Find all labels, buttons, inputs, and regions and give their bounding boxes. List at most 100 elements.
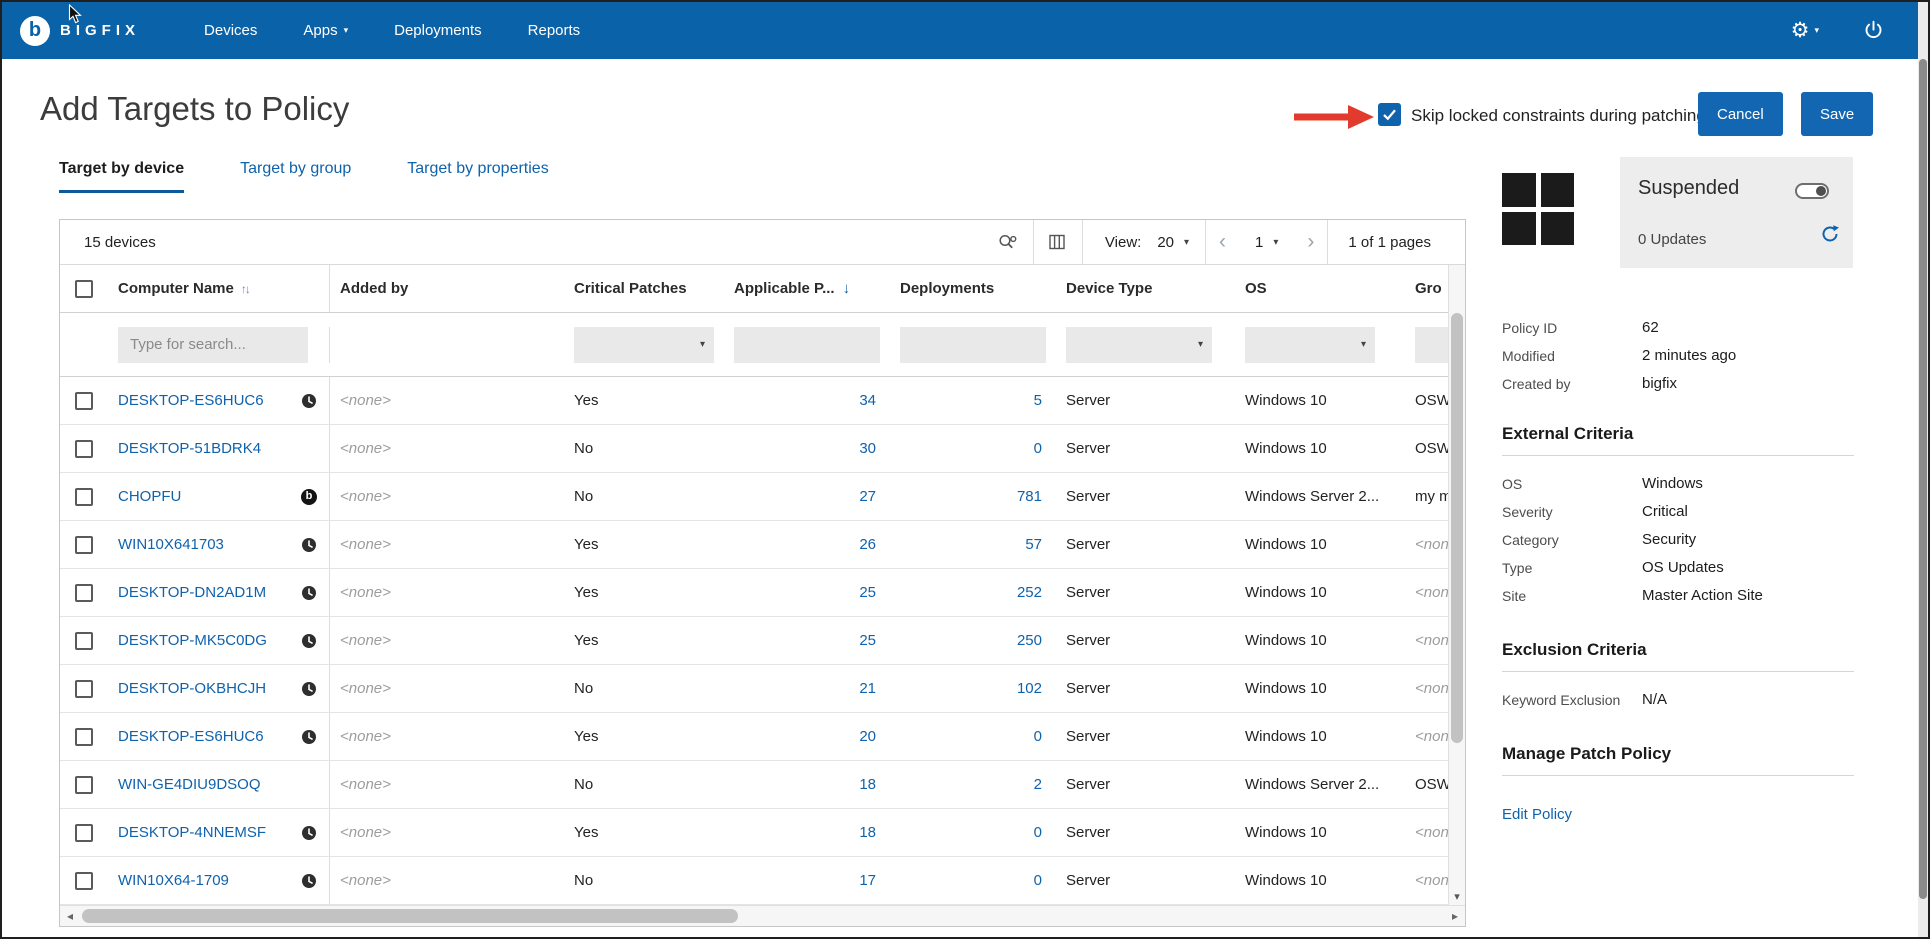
computer-name-link[interactable]: CHOPFU (118, 488, 181, 505)
horizontal-scroll-thumb[interactable] (82, 909, 738, 923)
column-applicable-patches[interactable]: Applicable P... (734, 280, 835, 297)
row-checkbox[interactable] (75, 488, 93, 506)
deployments-link[interactable]: 5 (1034, 392, 1042, 409)
deployments-link[interactable]: 0 (1034, 824, 1042, 841)
row-checkbox[interactable] (75, 584, 93, 602)
row-checkbox[interactable] (75, 680, 93, 698)
search-settings-icon[interactable] (982, 220, 1033, 264)
table-horizontal-scrollbar[interactable]: ◂ ▸ (60, 905, 1465, 926)
applicable-patches-filter[interactable] (734, 327, 880, 363)
device-type-filter[interactable]: ▾ (1066, 327, 1212, 363)
row-checkbox[interactable] (75, 824, 93, 842)
clock-icon (301, 585, 317, 601)
cancel-button[interactable]: Cancel (1698, 92, 1783, 136)
suspend-toggle[interactable] (1795, 183, 1829, 199)
next-page-button[interactable]: › (1294, 220, 1327, 264)
row-checkbox[interactable] (75, 440, 93, 458)
tab-target-by-properties[interactable]: Target by properties (407, 160, 548, 193)
device-type-cell: Server (1056, 569, 1235, 616)
column-device-type[interactable]: Device Type (1056, 265, 1235, 312)
row-checkbox[interactable] (75, 776, 93, 794)
tab-target-by-group[interactable]: Target by group (240, 160, 351, 193)
table-header: Computer Name ↑↓ Added by Critical Patch… (60, 265, 1466, 313)
device-table-card: 15 devices (59, 219, 1466, 927)
page-vertical-scrollbar[interactable] (1918, 2, 1928, 937)
scroll-down-arrow[interactable]: ▾ (1449, 890, 1465, 903)
column-deployments[interactable]: Deployments (890, 265, 1056, 312)
column-critical-patches[interactable]: Critical Patches (564, 265, 724, 312)
os-filter[interactable]: ▾ (1245, 327, 1375, 363)
page-scroll-thumb[interactable] (1919, 59, 1927, 899)
row-checkbox[interactable] (75, 728, 93, 746)
column-computer-name[interactable]: Computer Name (118, 280, 234, 297)
applicable-patches-link[interactable]: 25 (859, 632, 876, 649)
os-cell: Windows 10 (1235, 521, 1405, 568)
computer-name-link[interactable]: DESKTOP-OKBHCJH (118, 680, 266, 697)
deployments-link[interactable]: 57 (1025, 536, 1042, 553)
deployments-link[interactable]: 252 (1017, 584, 1042, 601)
critical-patches-cell: Yes (564, 521, 724, 568)
refresh-icon[interactable] (1819, 223, 1841, 249)
computer-name-link[interactable]: WIN10X641703 (118, 536, 224, 553)
previous-page-button[interactable]: ‹ (1206, 220, 1239, 264)
detail-value: Master Action Site (1642, 582, 1763, 610)
scroll-right-arrow[interactable]: ▸ (1445, 906, 1465, 926)
applicable-patches-link[interactable]: 34 (859, 392, 876, 409)
deployments-link[interactable]: 0 (1034, 872, 1042, 889)
vertical-scroll-thumb[interactable] (1451, 313, 1463, 743)
os-cell: Windows 10 (1235, 617, 1405, 664)
deployments-link[interactable]: 102 (1017, 680, 1042, 697)
computer-name-link[interactable]: DESKTOP-ES6HUC6 (118, 728, 264, 745)
deployments-filter[interactable] (900, 327, 1046, 363)
save-button[interactable]: Save (1801, 92, 1873, 136)
computer-name-link[interactable]: DESKTOP-51BDRK4 (118, 440, 261, 457)
critical-patches-filter[interactable]: ▾ (574, 327, 714, 363)
nav-apps[interactable]: Apps ▾ (303, 22, 348, 39)
nav-devices[interactable]: Devices (204, 22, 257, 39)
computer-name-link[interactable]: DESKTOP-DN2AD1M (118, 584, 266, 601)
column-added-by[interactable]: Added by (330, 265, 564, 312)
search-input[interactable] (118, 327, 308, 363)
applicable-patches-link[interactable]: 18 (859, 824, 876, 841)
applicable-patches-link[interactable]: 21 (859, 680, 876, 697)
column-chooser-icon[interactable] (1034, 220, 1082, 264)
row-checkbox[interactable] (75, 632, 93, 650)
column-os[interactable]: OS (1235, 265, 1405, 312)
table-row: WIN10X64-1709 b <none> No 17 0 Server Wi… (60, 857, 1466, 905)
computer-name-link[interactable]: WIN-GE4DIU9DSOQ (118, 776, 261, 793)
applicable-patches-link[interactable]: 30 (859, 440, 876, 457)
row-checkbox[interactable] (75, 536, 93, 554)
chevron-down-icon: ▾ (1361, 339, 1366, 350)
skip-locked-checkbox[interactable] (1378, 103, 1401, 126)
computer-name-link[interactable]: DESKTOP-ES6HUC6 (118, 392, 264, 409)
sort-icon[interactable]: ↑↓ (241, 282, 249, 296)
sort-descending-icon[interactable]: ↓ (843, 280, 851, 297)
applicable-patches-link[interactable]: 26 (859, 536, 876, 553)
row-checkbox[interactable] (75, 392, 93, 410)
select-all-checkbox[interactable] (75, 280, 93, 298)
computer-name-link[interactable]: WIN10X64-1709 (118, 872, 229, 889)
row-checkbox[interactable] (75, 872, 93, 890)
nav-reports[interactable]: Reports (528, 22, 581, 39)
applicable-patches-link[interactable]: 25 (859, 584, 876, 601)
settings-gear-icon[interactable]: ⚙▾ (1791, 20, 1819, 41)
computer-name-link[interactable]: DESKTOP-4NNEMSF (118, 824, 266, 841)
table-vertical-scrollbar[interactable]: ▾ (1448, 265, 1465, 905)
edit-policy-link[interactable]: Edit Policy (1502, 806, 1572, 823)
deployments-link[interactable]: 0 (1034, 728, 1042, 745)
deployments-link[interactable]: 2 (1034, 776, 1042, 793)
page-select[interactable]: 1 ▾ (1239, 220, 1294, 264)
applicable-patches-link[interactable]: 18 (859, 776, 876, 793)
tab-target-by-device[interactable]: Target by device (59, 160, 184, 193)
power-icon[interactable] (1863, 20, 1884, 41)
deployments-link[interactable]: 0 (1034, 440, 1042, 457)
deployments-link[interactable]: 781 (1017, 488, 1042, 505)
applicable-patches-link[interactable]: 27 (859, 488, 876, 505)
page-size-select[interactable]: 20 ▾ (1141, 220, 1205, 264)
scroll-left-arrow[interactable]: ◂ (60, 906, 80, 926)
nav-deployments[interactable]: Deployments (394, 22, 482, 39)
applicable-patches-link[interactable]: 17 (859, 872, 876, 889)
applicable-patches-link[interactable]: 20 (859, 728, 876, 745)
computer-name-link[interactable]: DESKTOP-MK5C0DG (118, 632, 267, 649)
deployments-link[interactable]: 250 (1017, 632, 1042, 649)
